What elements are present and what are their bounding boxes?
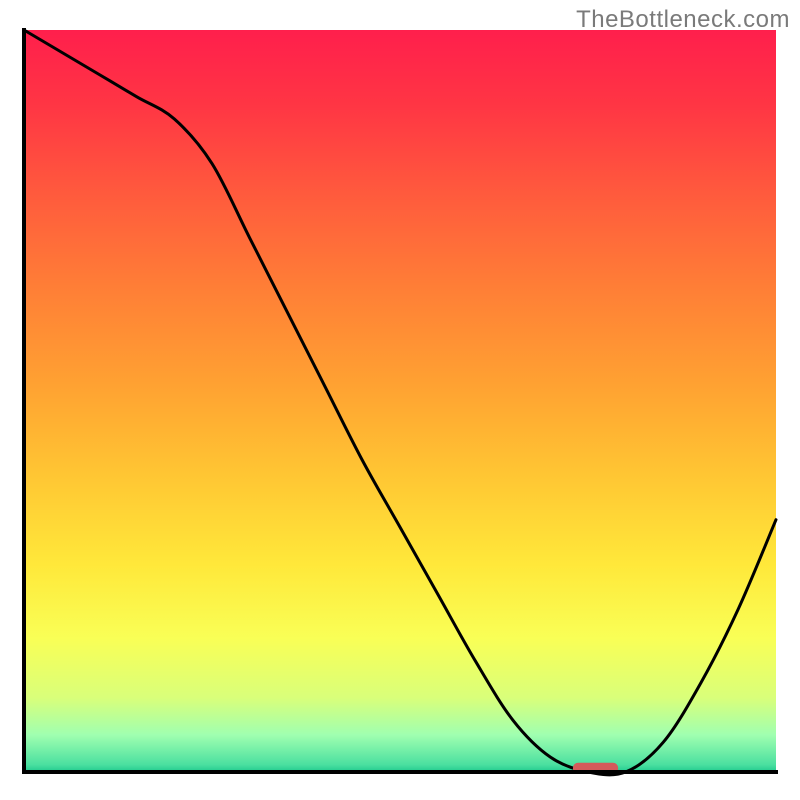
bottleneck-chart <box>0 0 800 800</box>
chart-frame: TheBottleneck.com <box>0 0 800 800</box>
plot-area <box>24 30 776 775</box>
gradient-bg <box>24 30 776 772</box>
watermark-text: TheBottleneck.com <box>576 6 790 34</box>
